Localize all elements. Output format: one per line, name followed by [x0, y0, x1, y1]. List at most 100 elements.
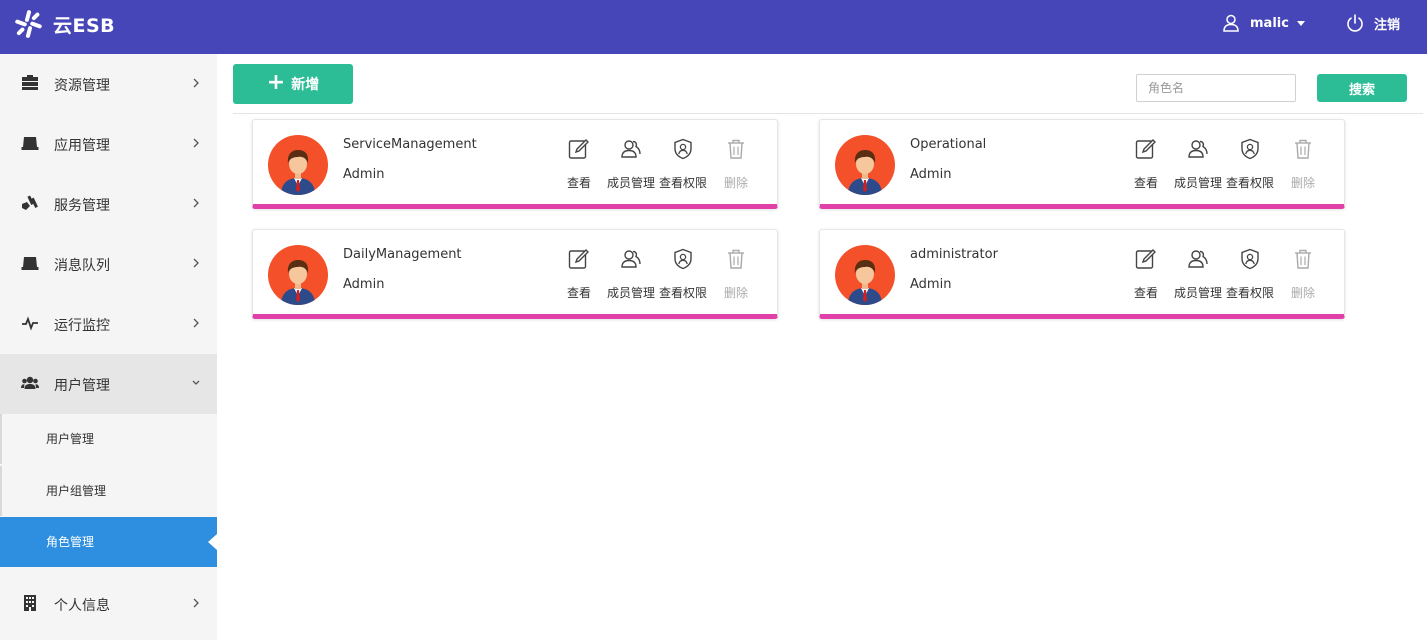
- role-name-search-input[interactable]: [1136, 74, 1296, 102]
- member-management-label: 成员管理: [606, 176, 655, 190]
- role-owner: Admin: [343, 167, 385, 182]
- delete-button[interactable]: 删除: [1273, 248, 1333, 304]
- sidebar-item-label: 运行监控: [54, 318, 110, 334]
- sidebar-item-label: 服务管理: [54, 198, 110, 214]
- view-button[interactable]: 查看: [1116, 138, 1176, 194]
- members-icon: [1188, 140, 1208, 158]
- chevron-right-icon: [193, 198, 199, 208]
- members-icon: [621, 250, 641, 268]
- edit-icon: [1135, 249, 1156, 269]
- shield-user-icon: [674, 248, 692, 270]
- sidebar-item-monitor[interactable]: 运行监控: [0, 294, 217, 354]
- sidebar-item-label: 应用管理: [54, 138, 110, 154]
- businessman-avatar-icon: [281, 260, 315, 305]
- view-label: 查看: [566, 286, 591, 300]
- role-name: ServiceManagement: [343, 137, 477, 152]
- view-permissions-button[interactable]: 查看权限: [1220, 248, 1280, 304]
- view-permissions-button[interactable]: 查看权限: [653, 138, 713, 194]
- sidebar: 资源管理 应用管理 服务管理 消息队列 运行监控 用户管理 用户管理 用户组管理…: [0, 54, 217, 640]
- active-indicator: [208, 534, 217, 550]
- sidebar-subitem-user-management[interactable]: 用户管理: [0, 414, 217, 464]
- members-icon: [1188, 250, 1208, 268]
- member-management-label: 成员管理: [1173, 286, 1222, 300]
- role-card: ServiceManagement Admin 查看 成员管理 查看权限 删除: [252, 119, 778, 209]
- role-card: Operational Admin 查看 成员管理 查看权限 删除: [819, 119, 1345, 209]
- sidebar-subitem-label: 角色管理: [46, 535, 95, 549]
- user-icon: [1223, 14, 1239, 32]
- delete-label: 删除: [1290, 286, 1315, 300]
- logo-icon: [15, 10, 42, 38]
- delete-button[interactable]: 删除: [1273, 138, 1333, 194]
- chevron-down-icon: [192, 380, 200, 385]
- view-button[interactable]: 查看: [549, 248, 609, 304]
- shield-user-icon: [1241, 138, 1259, 160]
- avatar: [268, 245, 328, 305]
- laptop-icon: [21, 137, 39, 150]
- chevron-right-icon: [193, 318, 199, 328]
- delete-button[interactable]: 删除: [706, 138, 766, 194]
- member-management-label: 成员管理: [606, 286, 655, 300]
- role-name: DailyManagement: [343, 247, 462, 262]
- sidebar-item-users[interactable]: 用户管理: [0, 354, 217, 414]
- view-permissions-button[interactable]: 查看权限: [653, 248, 713, 304]
- trash-icon: [728, 249, 744, 269]
- member-management-button[interactable]: 成员管理: [601, 138, 661, 194]
- view-permissions-label: 查看权限: [658, 176, 707, 190]
- sidebar-subitem-role-management[interactable]: 角色管理: [0, 517, 217, 567]
- sidebar-item-label: 资源管理: [54, 78, 110, 94]
- view-label: 查看: [1133, 286, 1158, 300]
- view-label: 查看: [566, 176, 591, 190]
- sidebar-item-mq[interactable]: 消息队列: [0, 234, 217, 294]
- view-button[interactable]: 查看: [549, 138, 609, 194]
- member-management-button[interactable]: 成员管理: [601, 248, 661, 304]
- avatar: [268, 135, 328, 195]
- users-icon: [21, 376, 39, 389]
- edit-icon: [1135, 139, 1156, 159]
- toolbar-divider: [233, 113, 1423, 114]
- sidebar-item-services[interactable]: 服务管理: [0, 174, 217, 234]
- sidebar-item-profile[interactable]: 个人信息: [0, 574, 217, 634]
- edit-icon: [568, 139, 589, 159]
- add-role-button[interactable]: + 新增: [233, 64, 353, 104]
- avatar: [835, 245, 895, 305]
- member-management-label: 成员管理: [1173, 176, 1222, 190]
- view-button[interactable]: 查看: [1116, 248, 1176, 304]
- role-card: DailyManagement Admin 查看 成员管理 查看权限 删除: [252, 229, 778, 319]
- user-menu[interactable]: malic: [1222, 12, 1305, 34]
- chevron-down-icon: [1296, 20, 1305, 26]
- businessman-avatar-icon: [281, 150, 315, 195]
- member-management-button[interactable]: 成员管理: [1168, 248, 1228, 304]
- sidebar-item-label: 消息队列: [54, 258, 110, 274]
- laptop-icon: [21, 257, 39, 270]
- app-logo[interactable]: 云ESB: [14, 9, 115, 39]
- power-icon: [1347, 14, 1363, 32]
- server-stack-icon: [22, 75, 38, 90]
- chevron-right-icon: [193, 258, 199, 268]
- member-management-button[interactable]: 成员管理: [1168, 138, 1228, 194]
- businessman-avatar-icon: [848, 260, 882, 305]
- logout-button[interactable]: 注销: [1346, 12, 1400, 34]
- chevron-right-icon: [193, 598, 199, 608]
- delete-label: 删除: [723, 286, 748, 300]
- sidebar-subitem-label: 用户组管理: [46, 484, 107, 498]
- trash-icon: [728, 139, 744, 159]
- building-icon: [24, 595, 36, 611]
- view-permissions-button[interactable]: 查看权限: [1220, 138, 1280, 194]
- shield-user-icon: [1241, 248, 1259, 270]
- sidebar-item-label: 个人信息: [54, 598, 110, 614]
- delete-button[interactable]: 删除: [706, 248, 766, 304]
- sidebar-subitem-label: 用户管理: [46, 432, 95, 446]
- delete-label: 删除: [1290, 176, 1315, 190]
- sidebar-item-resources[interactable]: 资源管理: [0, 54, 217, 114]
- sidebar-subitem-group-management[interactable]: 用户组管理: [0, 466, 217, 516]
- chevron-right-icon: [193, 78, 199, 88]
- businessman-avatar-icon: [848, 150, 882, 195]
- search-button[interactable]: 搜索: [1317, 74, 1407, 102]
- sidebar-item-label: 用户管理: [54, 378, 110, 394]
- role-owner: Admin: [910, 277, 952, 292]
- add-button-label: 新增: [291, 77, 320, 93]
- role-owner: Admin: [910, 167, 952, 182]
- sidebar-item-apps[interactable]: 应用管理: [0, 114, 217, 174]
- delete-label: 删除: [723, 176, 748, 190]
- app-title: 云ESB: [53, 14, 116, 37]
